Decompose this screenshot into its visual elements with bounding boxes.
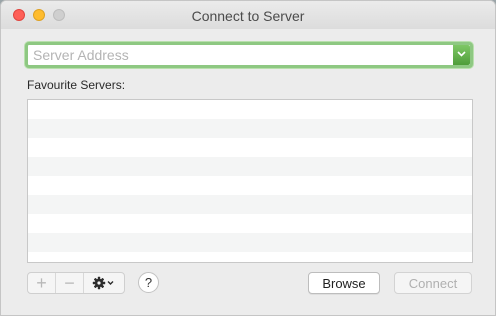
list-row xyxy=(28,100,472,119)
favourite-servers-list[interactable] xyxy=(27,99,473,263)
list-row xyxy=(28,138,472,157)
list-row xyxy=(28,119,472,138)
help-button[interactable]: ? xyxy=(138,272,159,293)
server-history-dropdown-button[interactable] xyxy=(453,45,470,65)
add-favourite-button[interactable]: + xyxy=(28,273,56,293)
chevron-down-icon xyxy=(107,281,114,285)
list-row xyxy=(28,233,472,252)
window-title: Connect to Server xyxy=(191,8,305,24)
list-row xyxy=(28,176,472,195)
remove-favourite-button[interactable]: − xyxy=(56,273,84,293)
connect-to-server-window: Connect to Server Favourite Servers: + − xyxy=(0,0,496,316)
server-address-input[interactable] xyxy=(28,45,452,65)
browse-button[interactable]: Browse xyxy=(308,272,380,294)
chevron-down-icon xyxy=(457,51,466,57)
list-row xyxy=(28,252,472,262)
gear-icon xyxy=(92,276,114,290)
connect-button[interactable]: Connect xyxy=(394,272,472,294)
list-row xyxy=(28,157,472,176)
title-bar: Connect to Server xyxy=(1,1,495,29)
list-row xyxy=(28,214,472,233)
favourites-segmented-control: + − xyxy=(27,272,125,294)
favourite-servers-label: Favourite Servers: xyxy=(27,78,126,92)
server-address-combo[interactable] xyxy=(25,42,473,68)
list-row xyxy=(28,195,472,214)
action-menu-button[interactable] xyxy=(84,273,124,293)
